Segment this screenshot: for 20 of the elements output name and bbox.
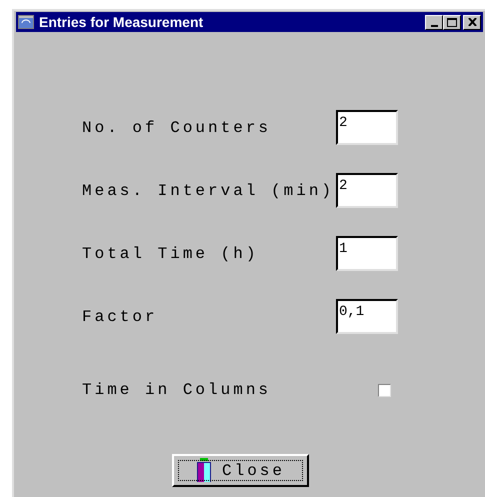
input-field[interactable]: 1 xyxy=(336,236,398,271)
checkbox[interactable] xyxy=(378,384,391,396)
field-label: Meas. Interval (min) xyxy=(82,180,336,202)
field-label: Total Time (h) xyxy=(82,244,260,264)
door-icon xyxy=(196,458,212,484)
input-field[interactable]: 2 xyxy=(336,110,398,145)
maximize-icon xyxy=(447,18,457,26)
minimize-icon xyxy=(430,24,438,26)
close-icon xyxy=(468,18,476,26)
field-label: No. of Counters xyxy=(82,118,272,138)
checkbox-label: Time in Columns xyxy=(82,380,272,401)
minimize-button[interactable] xyxy=(425,14,443,30)
window-title: Entries for Measurement xyxy=(39,12,204,32)
input-field[interactable]: 0,1 xyxy=(336,299,398,334)
maximize-button[interactable] xyxy=(443,14,461,30)
field-label: Factor xyxy=(82,306,159,328)
window-icon xyxy=(18,15,34,29)
input-field[interactable]: 2 xyxy=(336,173,398,208)
close-window-button[interactable] xyxy=(463,14,481,30)
close-button[interactable]: Close xyxy=(172,454,309,487)
